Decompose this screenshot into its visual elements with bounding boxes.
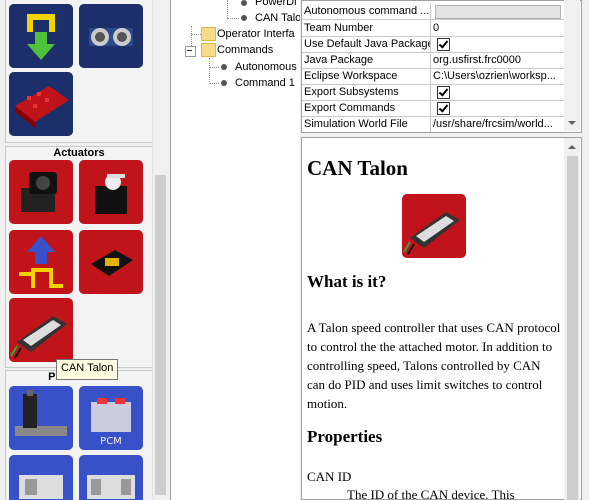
property-key: Java Package — [304, 52, 431, 68]
tree-item-can-talon[interactable]: CAN Talo — [255, 10, 300, 26]
tree-node-icon — [221, 80, 227, 86]
tree-item-operator-interface[interactable]: Operator Interfa — [217, 26, 295, 42]
section-title: Actuators — [53, 147, 105, 159]
ultrasonic-sensor-icon[interactable] — [79, 4, 143, 68]
folder-icon — [201, 43, 216, 57]
property-value[interactable]: C:\Users\ozrien\worksp... — [433, 68, 563, 84]
property-key: Use Default Java Package — [304, 36, 431, 52]
window-edge — [582, 0, 589, 500]
pcm-icon[interactable]: PCM — [79, 386, 143, 450]
properties-heading: Properties — [307, 427, 383, 446]
tree-item-commands[interactable]: Commands — [217, 42, 273, 58]
doc-scroll-thumb[interactable] — [567, 156, 578, 500]
pdp-board-icon[interactable] — [9, 72, 73, 136]
property-key: Autonomous command ... — [304, 3, 431, 19]
property-name: CAN ID — [307, 469, 352, 484]
tree-item-powerdistribution[interactable]: PowerDi — [255, 0, 297, 10]
property-key: Eclipse Workspace — [304, 68, 431, 84]
double-solenoid-icon[interactable] — [79, 455, 143, 500]
doc-title: CAN Talon — [307, 156, 408, 180]
checkbox-checked[interactable] — [437, 86, 450, 99]
palette-scroll-thumb[interactable] — [155, 175, 166, 495]
can-talon-icon — [402, 194, 466, 258]
folder-icon — [201, 27, 216, 41]
servo-icon[interactable] — [79, 160, 143, 224]
property-value[interactable]: /usr/share/frcsim/world... — [433, 116, 563, 132]
property-value[interactable] — [433, 84, 563, 100]
doc-description: A Talon speed controller that uses CAN p… — [307, 320, 561, 411]
robot-tree: PowerDi CAN Talo Operator Interfa Comman… — [170, 0, 300, 500]
property-key: Team Number — [304, 20, 431, 36]
scroll-down-icon[interactable] — [568, 121, 576, 125]
property-value[interactable] — [433, 36, 563, 52]
properties-scrollbar[interactable] — [564, 0, 580, 131]
property-row[interactable]: Export Subsystems — [302, 84, 565, 101]
property-key: Export Commands — [304, 100, 431, 116]
property-value[interactable] — [433, 3, 563, 19]
digital-output-icon[interactable] — [9, 230, 73, 294]
tooltip: CAN Talon — [56, 359, 119, 380]
what-heading: What is it? — [307, 272, 387, 291]
property-row[interactable]: Use Default Java Package — [302, 36, 565, 53]
properties-table: Autonomous command ... Team Number 0 Use… — [301, 0, 582, 133]
relay-icon[interactable] — [79, 230, 143, 294]
property-key: Simulation World File — [304, 116, 431, 132]
property-row[interactable]: Java Package org.usfirst.frc0000 — [302, 52, 565, 69]
tree-node-icon — [241, 0, 247, 6]
property-row[interactable]: Eclipse Workspace C:\Users\ozrien\worksp… — [302, 68, 565, 85]
pneumatic-cylinder-icon[interactable] — [9, 386, 73, 450]
gearmotor-icon[interactable] — [9, 160, 73, 224]
can-talon-icon[interactable] — [9, 298, 73, 362]
checkbox-checked[interactable] — [437, 102, 450, 115]
collapse-icon[interactable] — [185, 46, 196, 57]
palette-panel: Actuators Pneumatics — [0, 0, 170, 500]
autonomous-command-field[interactable] — [435, 5, 561, 19]
solenoid-icon[interactable] — [9, 455, 73, 500]
property-value[interactable] — [433, 100, 563, 116]
property-value[interactable]: org.usfirst.frc0000 — [433, 52, 563, 68]
property-key: Export Subsystems — [304, 84, 431, 100]
svg-text:PCM: PCM — [100, 436, 122, 447]
tree-node-icon — [241, 15, 247, 21]
tree-item-autonomous[interactable]: Autonomous — [235, 59, 297, 75]
help-document: CAN Talon What is it? A Talon speed cont… — [301, 137, 582, 500]
checkbox-checked[interactable] — [437, 38, 450, 51]
scroll-up-icon[interactable] — [568, 145, 576, 149]
property-row[interactable]: Team Number 0 — [302, 20, 565, 37]
tree-item-command-1[interactable]: Command 1 — [235, 75, 295, 91]
property-row[interactable]: Export Commands — [302, 100, 565, 117]
property-row[interactable]: Autonomous command ... — [302, 3, 565, 20]
digital-input-icon[interactable] — [9, 4, 73, 68]
property-value[interactable]: 0 — [433, 20, 563, 36]
tree-node-icon — [221, 64, 227, 70]
property-description: The ID of the CAN device. This — [347, 487, 515, 500]
property-row[interactable]: Simulation World File /usr/share/frcsim/… — [302, 116, 565, 132]
